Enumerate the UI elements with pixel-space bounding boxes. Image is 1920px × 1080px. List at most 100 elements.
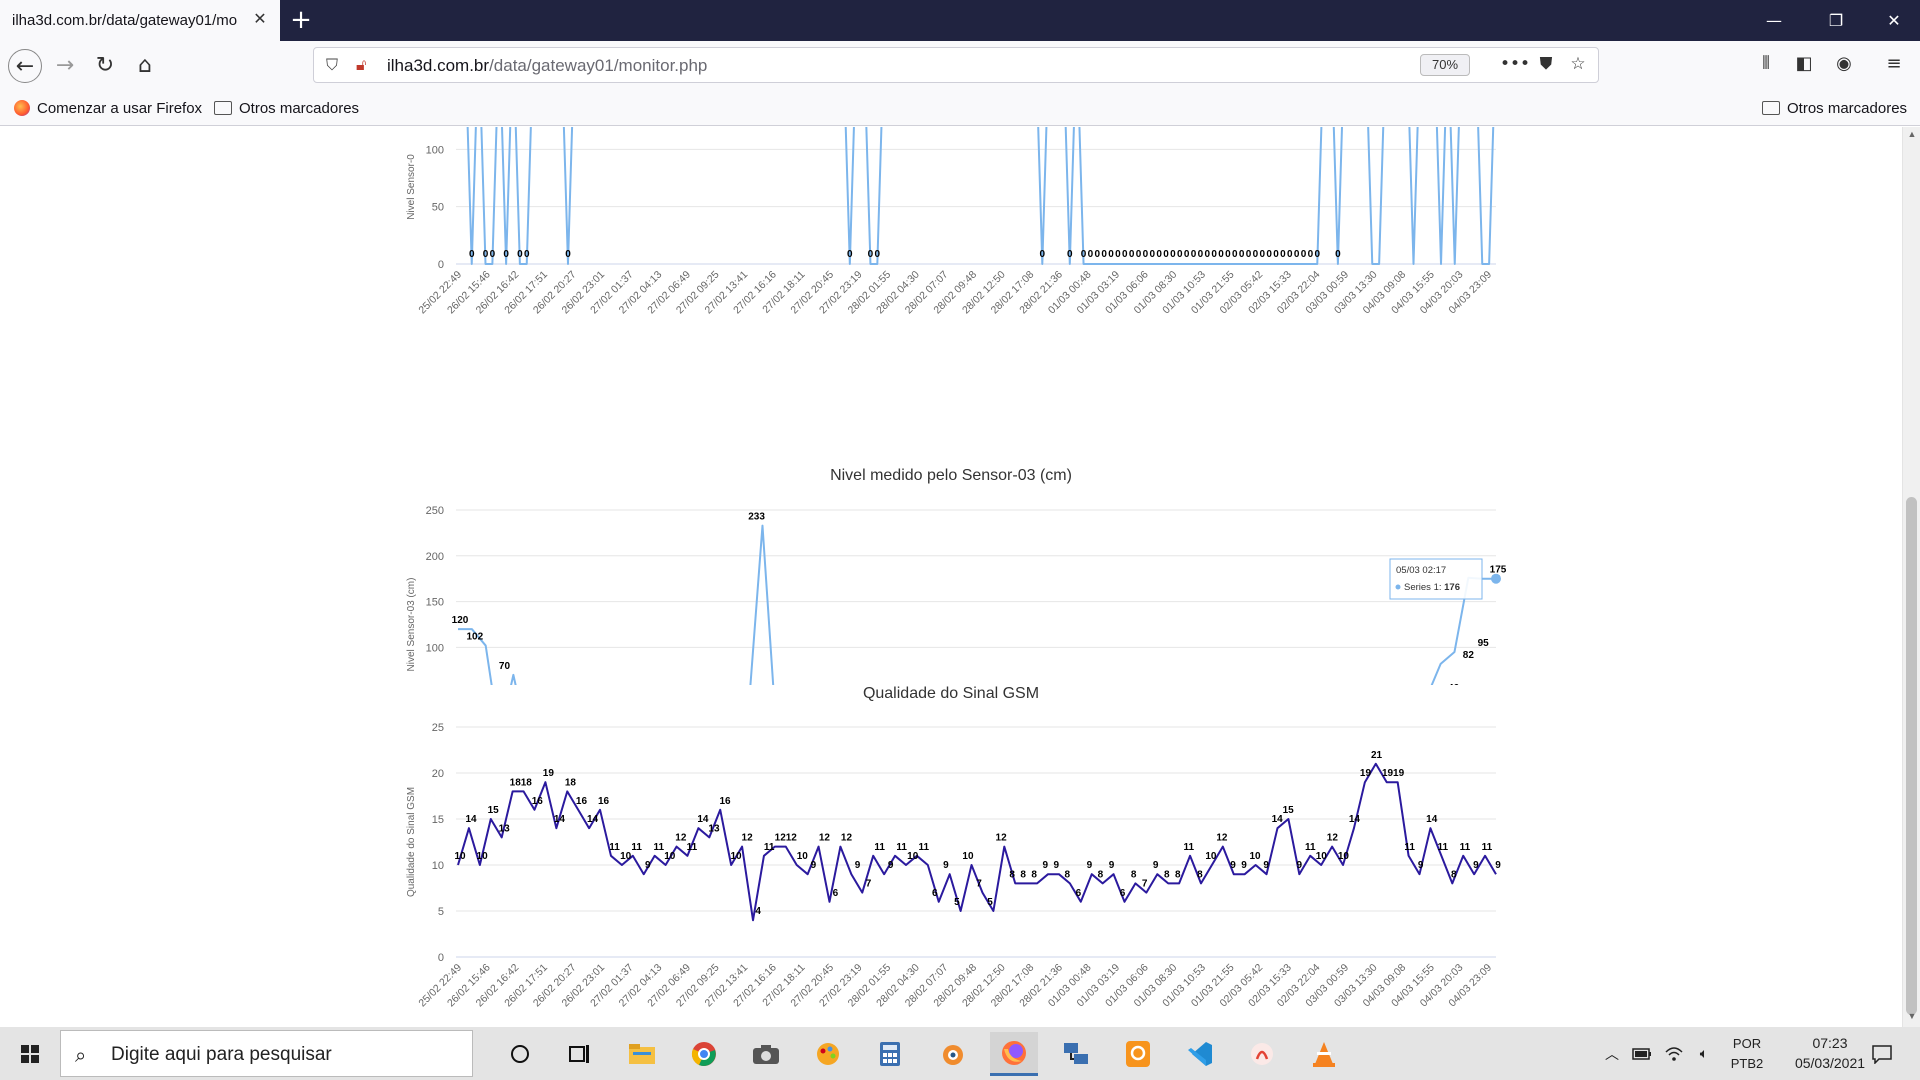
close-window-button[interactable]: ✕ — [1864, 0, 1920, 41]
data-label: 12 — [1327, 833, 1339, 844]
sensor-level-chart-partial: 0 50 100 Nivel Sensor-0 25/02 22:49 26/02 15:… — [0, 127, 1902, 335]
data-label: 19 — [543, 768, 555, 779]
y-tick-label: 15 — [432, 814, 444, 826]
notifications-icon[interactable] — [1862, 1027, 1902, 1080]
close-tab-icon[interactable]: ✕ — [250, 10, 270, 30]
chrome-icon[interactable] — [680, 1032, 728, 1076]
data-label: 0 — [1115, 249, 1121, 260]
vscode-icon[interactable] — [1176, 1032, 1224, 1076]
data-label: 11 — [874, 842, 885, 853]
y-tick-label: 10 — [432, 860, 444, 872]
network-tool-icon[interactable] — [1052, 1032, 1100, 1076]
language-indicator[interactable]: POR PTB2 — [1722, 1027, 1772, 1080]
data-label: 16 — [532, 796, 544, 807]
data-label: 12 — [742, 833, 754, 844]
firefox-taskbar-icon[interactable] — [990, 1032, 1038, 1076]
y-tick-label: 100 — [426, 144, 444, 156]
data-label: 0 — [1225, 249, 1231, 260]
reload-button[interactable]: ↻ — [88, 49, 122, 83]
data-label: 19 — [1393, 768, 1405, 779]
bookmark-star-icon[interactable]: ☆ — [1566, 54, 1590, 76]
address-bar[interactable]: ⛉ 🔓︎ ilha3d.com.br/data/gateway01/monito… — [313, 47, 1599, 83]
data-label: 14 — [1349, 814, 1361, 825]
data-label: 4 — [755, 906, 761, 917]
data-label: 0 — [1088, 249, 1094, 260]
home-button[interactable]: ⌂ — [128, 49, 162, 83]
data-label: 10 — [477, 851, 489, 862]
new-tab-button[interactable]: + — [286, 6, 316, 36]
data-label: 8 — [1131, 869, 1137, 880]
shield-icon[interactable]: ⛉ — [326, 55, 338, 75]
url-text[interactable]: ilha3d.com.br/data/gateway01/monitor.php — [387, 56, 707, 76]
data-label: 9 — [1473, 860, 1479, 871]
data-label: 0 — [503, 249, 509, 260]
blender-icon[interactable] — [928, 1032, 976, 1076]
scroll-down-icon[interactable]: ▼ — [1903, 1011, 1920, 1025]
data-label: 0 — [1253, 249, 1259, 260]
gsm-signal-chart: Qualidade do Sinal GSM 0 5 10 15 20 25 Qualida… — [0, 685, 1902, 1027]
calculator-icon[interactable] — [866, 1032, 914, 1076]
sidebar-icon[interactable]: ◧ — [1790, 53, 1818, 79]
pocket-icon[interactable]: ⛊ — [1534, 54, 1558, 76]
page-scrollbar[interactable]: ▲ ▼ — [1902, 127, 1920, 1027]
scroll-up-icon[interactable]: ▲ — [1903, 129, 1920, 143]
y-tick-label: 5 — [438, 906, 444, 918]
data-label: 9 — [943, 860, 949, 871]
data-label: 9 — [1230, 860, 1236, 871]
bookmark-other-folder[interactable]: Otros marcadores — [214, 97, 359, 119]
data-label: 0 — [1191, 249, 1197, 260]
camera-app-icon[interactable] — [742, 1032, 790, 1076]
vlc-icon[interactable] — [1300, 1032, 1348, 1076]
minimize-button[interactable]: — — [1744, 0, 1804, 41]
data-label: 0 — [875, 249, 881, 260]
data-label: 9 — [1263, 860, 1269, 871]
data-label: 0 — [1301, 249, 1307, 260]
pdf-app-icon[interactable] — [1114, 1032, 1162, 1076]
data-label: 175 — [1490, 565, 1507, 576]
data-label: 18 — [565, 777, 577, 788]
data-label: 0 — [1122, 249, 1128, 260]
data-label: 8 — [1020, 869, 1026, 880]
data-label: 14 — [1426, 814, 1438, 825]
data-label: 5 — [954, 897, 960, 908]
data-label: 0 — [490, 249, 496, 260]
account-icon[interactable]: ◉ — [1830, 53, 1858, 79]
battery-icon[interactable] — [1628, 1027, 1656, 1080]
forward-button[interactable]: → — [48, 49, 82, 83]
data-label: 16 — [576, 796, 588, 807]
restore-button[interactable]: ❐ — [1806, 0, 1866, 41]
data-label: 9 — [888, 860, 894, 871]
bookmark-getting-started[interactable]: Comenzar a usar Firefox — [14, 97, 202, 119]
data-label: 8 — [1098, 869, 1104, 880]
scroll-thumb[interactable] — [1906, 497, 1917, 1015]
volume-icon[interactable]: 🔈︎ — [1690, 1027, 1718, 1080]
file-explorer-icon[interactable] — [618, 1032, 666, 1076]
data-label: 8 — [1451, 869, 1457, 880]
task-view-icon[interactable] — [556, 1032, 604, 1076]
tab-monitor[interactable]: ilha3d.com.br/data/gateway01/mo ✕ — [0, 0, 280, 41]
data-label: 11 — [918, 842, 929, 853]
data-label: 9 — [1087, 860, 1093, 871]
bookmark-other-folder-right[interactable]: Otros marcadores — [1762, 97, 1907, 119]
insecure-lock-icon[interactable]: 🔓︎ — [356, 55, 366, 75]
cortana-icon[interactable] — [496, 1032, 544, 1076]
windows-taskbar: ⌕ Digite aqui para pesquisar ︿ 🔈︎ POR PTB… — [0, 1027, 1920, 1080]
menu-icon[interactable]: ≡ — [1880, 53, 1908, 79]
paint-app-icon[interactable] — [804, 1032, 852, 1076]
tray-overflow-icon[interactable]: ︿ — [1600, 1027, 1624, 1080]
data-label: 0 — [1108, 249, 1114, 260]
data-label: 13 — [499, 823, 511, 834]
zoom-level-badge[interactable]: 70% — [1420, 54, 1470, 76]
data-label: 0 — [1246, 249, 1252, 260]
back-button[interactable]: ← — [8, 49, 42, 83]
data-label: 10 — [1316, 851, 1328, 862]
windows-start-icon[interactable] — [8, 1037, 52, 1071]
data-label: 16 — [719, 796, 731, 807]
taskbar-search-box[interactable]: ⌕ Digite aqui para pesquisar — [60, 1030, 473, 1077]
arduino-app-icon[interactable] — [1238, 1032, 1286, 1076]
y-tick-label: 25 — [432, 722, 444, 734]
page-actions-icon[interactable]: ••• — [1500, 54, 1530, 76]
library-icon[interactable]: ⫴ — [1752, 53, 1780, 79]
data-label: 6 — [1120, 888, 1126, 899]
wifi-icon[interactable] — [1660, 1027, 1688, 1080]
